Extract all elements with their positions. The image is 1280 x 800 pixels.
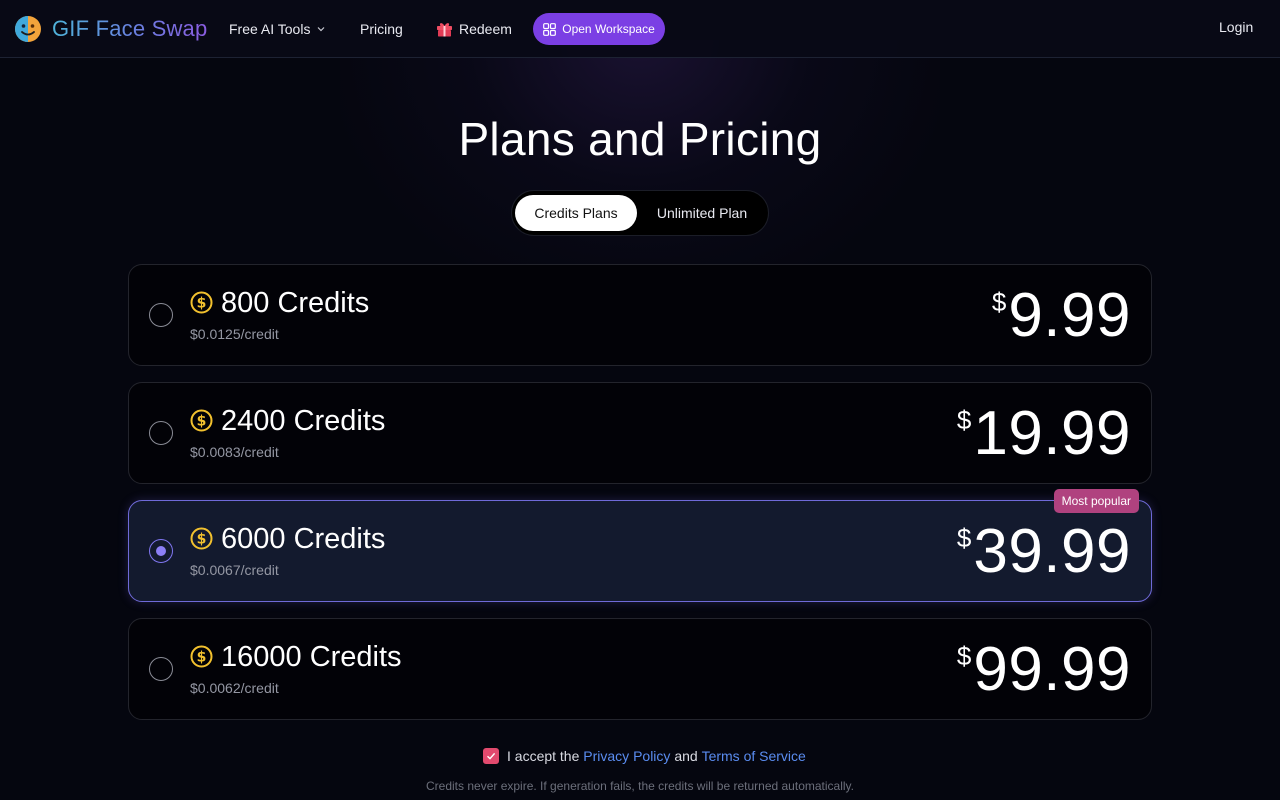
checkmark-icon [487, 752, 496, 760]
coin-icon: $ [190, 645, 213, 668]
grid-icon [543, 22, 557, 36]
plan-type-toggle: Credits Plans Unlimited Plan [511, 190, 769, 236]
tab-unlimited-plan[interactable]: Unlimited Plan [640, 195, 764, 231]
plan-price: $ 19.99 [957, 401, 1131, 467]
svg-text:$: $ [197, 650, 207, 666]
header-glow [340, 40, 940, 300]
nav-redeem[interactable]: Redeem [436, 19, 512, 39]
nav-redeem-label: Redeem [459, 21, 512, 37]
price-amount: 19.99 [973, 399, 1131, 468]
plan-price: $ 39.99 [957, 519, 1131, 585]
open-workspace-button[interactable]: Open Workspace [533, 13, 665, 45]
plan-card-800[interactable]: $ 800 Credits $0.0125/credit $ 9.99 [128, 264, 1152, 366]
plan-credits: 6000 Credits [221, 523, 386, 555]
currency-symbol: $ [956, 641, 972, 671]
terms-acceptance: I accept the Privacy Policy and Terms of… [483, 746, 806, 766]
price-amount: 9.99 [1008, 281, 1131, 350]
plan-price: $ 99.99 [957, 637, 1131, 703]
plan-card-2400[interactable]: $ 2400 Credits $0.0083/credit $ 19.99 [128, 382, 1152, 484]
nav-pricing[interactable]: Pricing [360, 19, 403, 39]
brand-name: GIF Face Swap [52, 16, 208, 41]
plan-rate: $0.0062/credit [190, 680, 279, 696]
coin-icon: $ [190, 527, 213, 550]
svg-text:$: $ [197, 532, 207, 548]
open-workspace-label: Open Workspace [562, 22, 655, 36]
svg-text:$: $ [197, 296, 207, 312]
nav-free-ai-tools-label: Free AI Tools [229, 21, 311, 37]
nav-free-ai-tools[interactable]: Free AI Tools [229, 19, 326, 39]
plan-radio[interactable] [149, 657, 173, 681]
face-swap-logo-icon [15, 16, 41, 42]
accept-terms-checkbox[interactable] [483, 748, 499, 764]
privacy-policy-link[interactable]: Privacy Policy [583, 748, 670, 764]
currency-symbol: $ [956, 405, 972, 435]
page-title: Plans and Pricing [458, 113, 822, 165]
plan-card-6000[interactable]: Most popular $ 6000 Credits $0.0067/cred… [128, 489, 1152, 602]
coin-icon: $ [190, 291, 213, 314]
terms-of-service-link[interactable]: Terms of Service [702, 748, 806, 764]
plan-price: $ 9.99 [992, 283, 1131, 349]
gift-icon [437, 23, 452, 37]
tab-credits-plans[interactable]: Credits Plans [515, 195, 637, 231]
plan-radio[interactable] [149, 303, 173, 327]
credits-footnote: Credits never expire. If generation fail… [426, 779, 854, 793]
plan-credits: 800 Credits [221, 287, 370, 319]
terms-and: and [674, 748, 698, 764]
plan-rate: $0.0125/credit [190, 326, 279, 342]
top-navbar: GIF Face Swap Free AI Tools Pricing Rede… [0, 0, 1280, 58]
plan-rate: $0.0067/credit [190, 562, 279, 578]
plan-card-16000[interactable]: $ 16000 Credits $0.0062/credit $ 99.99 [128, 618, 1152, 720]
currency-symbol: $ [991, 287, 1007, 317]
brand-logo[interactable]: GIF Face Swap [14, 14, 207, 44]
login-link[interactable]: Login [1219, 19, 1253, 35]
svg-text:$: $ [197, 414, 207, 430]
plan-credits: 2400 Credits [221, 405, 386, 437]
price-amount: 39.99 [973, 517, 1131, 586]
nav-pricing-label: Pricing [360, 21, 403, 37]
terms-prefix: I accept the [507, 748, 580, 764]
plan-radio-selected[interactable] [149, 539, 173, 563]
most-popular-badge: Most popular [1053, 489, 1139, 513]
plan-rate: $0.0083/credit [190, 444, 279, 460]
chevron-down-icon [318, 27, 325, 32]
price-amount: 99.99 [973, 635, 1131, 704]
coin-icon: $ [190, 409, 213, 432]
currency-symbol: $ [956, 523, 972, 553]
plan-credits: 16000 Credits [221, 641, 402, 673]
radio-selected-dot [156, 546, 166, 556]
plan-radio[interactable] [149, 421, 173, 445]
